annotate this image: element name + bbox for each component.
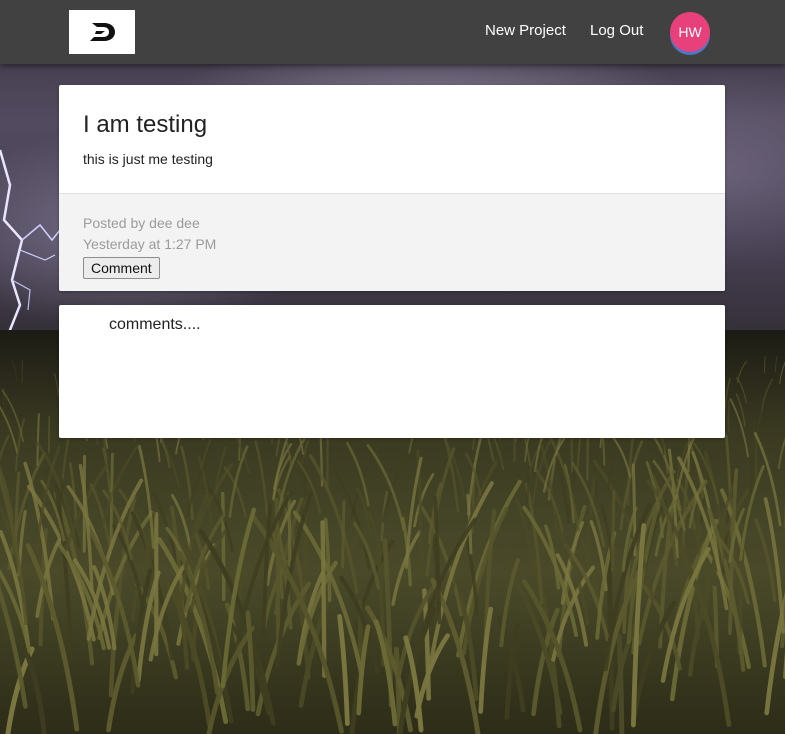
post-title: I am testing [83, 111, 208, 138]
grass-blade [287, 492, 292, 568]
grass-blade [220, 491, 226, 601]
post-body: I am testing this is just me testing [59, 85, 725, 194]
post-timestamp: Yesterday at 1:27 PM [83, 236, 217, 252]
grass-blade [341, 500, 346, 569]
brand-logo-icon [90, 23, 115, 41]
grass-blade [611, 489, 616, 572]
post-card: I am testing this is just me testing Pos… [59, 85, 725, 291]
brand-logo[interactable] [69, 10, 135, 54]
grass-blade [764, 356, 766, 374]
comments-section: comments.... [59, 305, 725, 438]
top-navbar: New Project Log Out HW [0, 0, 785, 64]
post-author: Posted by dee dee [83, 215, 200, 231]
post-footer: Posted by dee dee Yesterday at 1:27 PM C… [59, 194, 725, 291]
page: New Project Log Out HW I am testing this… [0, 0, 785, 734]
log-out-link[interactable]: Log Out [590, 22, 643, 39]
comment-button[interactable]: Comment [83, 257, 160, 279]
comments-label: comments.... [109, 316, 201, 333]
new-project-link[interactable]: New Project [485, 22, 566, 39]
post-text: this is just me testing [83, 151, 213, 167]
user-avatar[interactable]: HW [670, 12, 710, 52]
avatar-initials: HW [678, 24, 702, 40]
